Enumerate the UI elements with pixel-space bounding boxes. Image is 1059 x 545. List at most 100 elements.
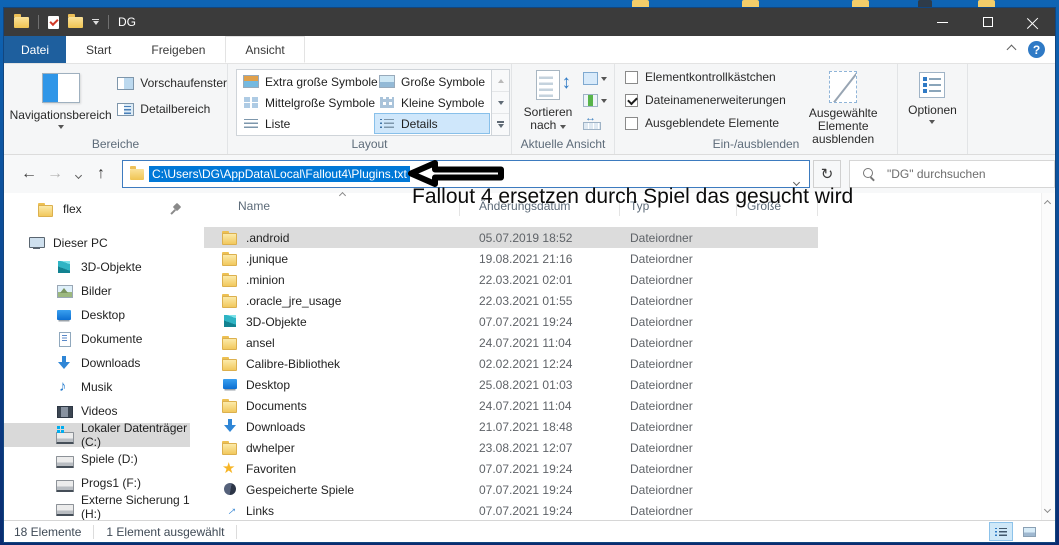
drive-icon <box>56 500 74 516</box>
titlebar: DG <box>4 8 1055 36</box>
desktop-icon <box>56 308 73 323</box>
maximize-button[interactable] <box>965 8 1010 36</box>
sidebar-item[interactable]: Musik <box>4 375 190 399</box>
file-row[interactable]: Links 07.07.2021 19:24 Dateiordner <box>204 500 818 521</box>
gallery-scroll-up-button[interactable] <box>492 70 509 92</box>
file-row[interactable]: Gespeicherte Spiele 07.07.2021 19:24 Dat… <box>204 479 818 500</box>
tab-start[interactable]: Start <box>66 36 131 63</box>
file-row[interactable]: Calibre-Bibliothek 02.02.2021 12:24 Date… <box>204 353 818 374</box>
file-row[interactable]: ansel 24.07.2021 11:04 Dateiordner <box>204 332 818 353</box>
refresh-button[interactable] <box>813 160 841 188</box>
sidebar-item[interactable]: flex <box>4 197 190 221</box>
desktop-folder-icon[interactable] <box>632 0 649 8</box>
ribbon-group-aktuelle-ansicht: Sortieren nach Aktuelle Ansicht <box>512 64 615 154</box>
layout-option[interactable]: Große Symbole <box>374 71 490 92</box>
desktop-folder-icon[interactable] <box>742 0 759 8</box>
desktop-folder-icon[interactable] <box>852 0 869 8</box>
hide-selected-icon <box>829 71 858 103</box>
sidebar-item[interactable]: Spiele (D:) <box>4 447 190 471</box>
drive-icon <box>56 476 74 492</box>
size-all-columns-button[interactable] <box>583 112 607 130</box>
tab-ansicht[interactable]: Ansicht <box>225 36 305 63</box>
layout-option[interactable]: Mittelgroße Symbole <box>238 92 375 113</box>
thumbnails-view-toggle-button[interactable] <box>1017 522 1041 541</box>
window-title: DG <box>118 15 136 29</box>
layout-option[interactable]: Extra große Symbole <box>238 71 378 92</box>
preview-pane-button[interactable]: Vorschaufenster <box>117 76 227 90</box>
layout-options: Extra große Symbole Große Symbole Mittel… <box>237 70 491 135</box>
file-row[interactable]: Desktop 25.08.2021 01:03 Dateiordner <box>204 374 818 395</box>
folder-icon <box>222 356 239 371</box>
details-pane-icon <box>117 102 135 116</box>
sidebar-item[interactable]: Dieser PC <box>4 231 190 255</box>
list-view-icon <box>243 117 259 130</box>
file-row[interactable]: .android 05.07.2019 18:52 Dateiordner <box>204 227 818 248</box>
filelist-scrollbar[interactable] <box>1041 193 1055 520</box>
file-row[interactable]: .junique 19.08.2021 21:16 Dateiordner <box>204 248 818 269</box>
scroll-up-icon[interactable] <box>1043 199 1052 208</box>
checkbox-icon[interactable] <box>625 70 638 84</box>
file-row[interactable]: Favoriten 07.07.2021 19:24 Dateiordner <box>204 458 818 479</box>
tab-freigeben[interactable]: Freigeben <box>131 36 225 63</box>
up-button[interactable]: ↑ <box>88 165 114 183</box>
sidebar-item[interactable]: Progs1 (F:) <box>4 471 190 495</box>
file-row[interactable]: .oracle_jre_usage 22.03.2021 01:55 Datei… <box>204 290 818 311</box>
cube-icon <box>56 260 73 275</box>
annotation-text: Fallout 4 ersetzen durch Spiel das gesuc… <box>412 185 854 208</box>
help-icon[interactable] <box>1028 41 1045 58</box>
triangle-down-icon <box>497 100 504 105</box>
details-pane-button[interactable]: Detailbereich <box>117 102 227 116</box>
checkbox-icon[interactable] <box>625 116 638 130</box>
file-row[interactable]: dwhelper 23.08.2021 12:07 Dateiordner <box>204 437 818 458</box>
properties-check-icon[interactable] <box>48 15 59 29</box>
sidebar-item[interactable]: Externe Sicherung 1 (H:) <box>4 493 190 521</box>
minimize-button[interactable] <box>920 8 965 36</box>
address-path[interactable]: C:\Users\DG\AppData\Local\Fallout4\Plugi… <box>149 166 410 182</box>
thumbnails-view-icon <box>1022 526 1036 537</box>
layout-option[interactable]: Liste <box>238 113 374 134</box>
sidebar-item[interactable]: Videos <box>4 399 190 423</box>
folder-icon <box>38 202 55 217</box>
desktop-app-icon[interactable] <box>918 0 932 8</box>
file-row[interactable]: .minion 22.03.2021 02:01 Dateiordner <box>204 269 818 290</box>
checkbox-row[interactable]: Ausgeblendete Elemente <box>625 116 789 130</box>
group-by-button[interactable] <box>583 72 607 85</box>
details-view-toggle-button[interactable] <box>989 522 1013 541</box>
forward-button[interactable]: → <box>42 165 68 183</box>
sidebar-item[interactable]: Lokaler Datenträger (C:) <box>4 421 190 449</box>
sidebar-item[interactable]: Downloads <box>4 351 190 375</box>
checkbox-row[interactable]: Elementkontrollkästchen <box>625 70 789 84</box>
sidebar-item[interactable]: Desktop <box>4 303 190 327</box>
layout-option[interactable]: Kleine Symbole <box>374 92 490 113</box>
chevron-down-icon <box>57 125 64 129</box>
collapse-ribbon-icon[interactable] <box>1006 44 1017 55</box>
sidebar-item[interactable]: Dokumente <box>4 327 190 351</box>
sidebar-item[interactable]: Bilder <box>4 279 190 303</box>
back-button[interactable]: ← <box>16 165 42 183</box>
customize-toolbar-icon[interactable] <box>92 19 99 25</box>
file-row[interactable]: Documents 24.07.2021 11:04 Dateiordner <box>204 395 818 416</box>
history-dropdown-button[interactable] <box>68 165 88 183</box>
chevron-down-icon <box>559 125 566 129</box>
ribbon-group-optionen: Optionen <box>898 64 968 154</box>
gallery-more-button[interactable] <box>492 114 509 135</box>
gallery-scroll-down-button[interactable] <box>492 92 509 114</box>
separator <box>236 524 238 539</box>
checkbox-row[interactable]: Dateinamenerweiterungen <box>625 93 789 107</box>
search-input[interactable]: "DG" durchsuchen <box>849 160 1055 188</box>
checkbox-icon[interactable] <box>625 93 638 107</box>
options-button[interactable]: Optionen <box>908 72 957 154</box>
file-row[interactable]: 3D-Objekte 07.07.2021 19:24 Dateiordner <box>204 311 818 332</box>
scroll-down-icon[interactable] <box>1043 505 1052 514</box>
file-row[interactable]: Downloads 21.07.2021 18:48 Dateiordner <box>204 416 818 437</box>
file-rows: .android 05.07.2019 18:52 Dateiordner .j… <box>204 227 1055 521</box>
star-icon <box>222 459 239 477</box>
close-button[interactable] <box>1010 8 1055 36</box>
add-columns-button[interactable] <box>583 94 607 107</box>
desktop-folder-icon[interactable] <box>978 0 995 8</box>
layout-option[interactable]: Details <box>374 113 490 134</box>
folder-icon[interactable] <box>14 13 29 28</box>
new-folder-icon[interactable] <box>68 13 83 28</box>
sidebar-item[interactable]: 3D-Objekte <box>4 255 190 279</box>
tab-datei[interactable]: Datei <box>4 36 67 63</box>
